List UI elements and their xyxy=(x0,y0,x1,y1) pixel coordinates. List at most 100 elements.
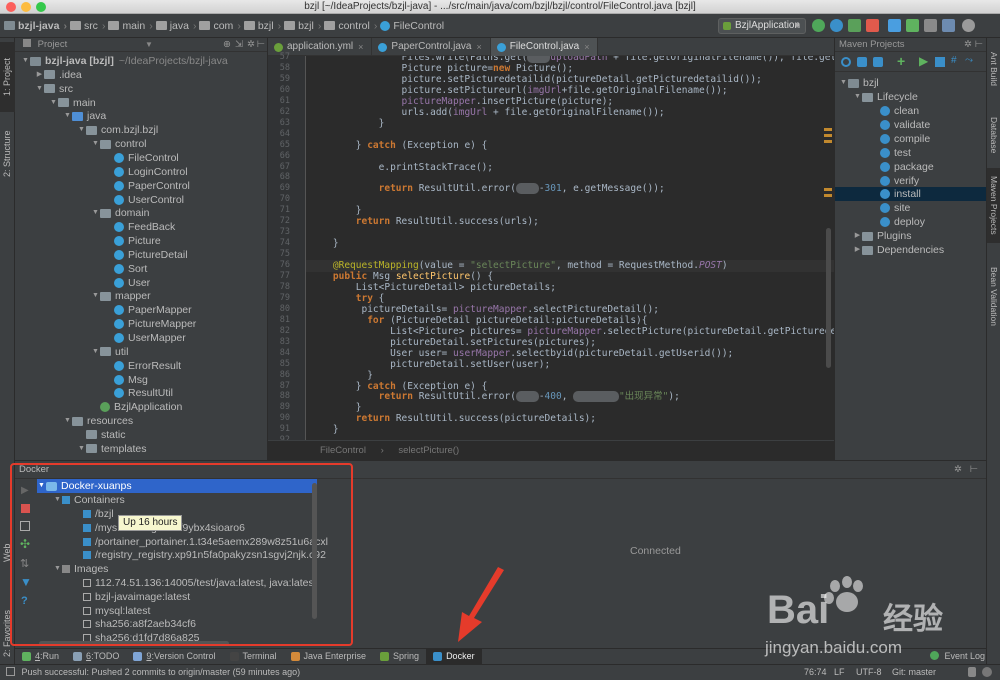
code-line[interactable]: Picture picture=new Picture(); xyxy=(310,63,574,74)
project-tree-item[interactable]: PictureMapper xyxy=(105,317,196,331)
maximize-window-icon[interactable] xyxy=(36,2,46,12)
event-log-tab[interactable]: Event Log xyxy=(930,649,985,663)
editor-tab[interactable]: PaperControl.java × xyxy=(372,38,491,56)
docker-container-item[interactable]: /bzjl xyxy=(83,507,114,521)
close-tab-icon[interactable]: × xyxy=(358,38,363,56)
expanded-arrow-icon[interactable]: ▼ xyxy=(37,479,46,493)
project-tree-item[interactable]: static xyxy=(77,428,126,442)
project-panel-title[interactable]: Project xyxy=(38,39,68,50)
code-line[interactable]: } xyxy=(310,118,385,129)
expanded-arrow-icon[interactable]: ▼ xyxy=(53,562,62,576)
breadcrumb-item[interactable]: FileControl xyxy=(380,20,444,32)
maven-goal-item[interactable]: site xyxy=(880,201,910,215)
minimize-window-icon[interactable] xyxy=(21,2,31,12)
stop-icon[interactable] xyxy=(21,504,30,513)
breadcrumb-item[interactable]: src › xyxy=(69,20,105,32)
project-tree-item[interactable]: ▼ src xyxy=(35,82,73,96)
project-tree-item[interactable]: PaperControl xyxy=(105,179,190,193)
breadcrumb-item[interactable]: bzjl › xyxy=(243,20,281,32)
project-tree-item[interactable]: ▼ java xyxy=(63,109,106,123)
lock-icon[interactable] xyxy=(968,667,976,677)
docker-container-item[interactable]: /portainer_portainer.1.t34e5aemx289w8z51… xyxy=(83,535,328,549)
expanded-arrow-icon[interactable]: ▼ xyxy=(853,90,862,104)
editor-tab[interactable]: FileControl.java × xyxy=(490,38,599,56)
breadcrumb-item[interactable]: java › xyxy=(155,20,196,32)
code-line[interactable]: e.printStackTrace(); xyxy=(310,162,493,173)
code-line[interactable]: Files.write(Paths.get(xxxxuploadPath + f… xyxy=(310,56,834,63)
docker-image-item[interactable]: 112.74.51.136:14005/test/java:latest, ja… xyxy=(83,576,317,590)
project-tree-item[interactable]: User xyxy=(105,276,150,290)
project-tree-item[interactable]: FeedBack xyxy=(105,220,175,234)
edit-configuration-icon[interactable] xyxy=(20,521,30,531)
hide-icon[interactable]: ⊢ xyxy=(970,461,978,479)
add-icon[interactable]: + xyxy=(897,53,905,69)
close-window-icon[interactable] xyxy=(6,2,16,12)
docker-containers-group[interactable]: ▼ Containers xyxy=(53,493,125,507)
skip-tests-icon[interactable]: ⤳ xyxy=(965,55,973,66)
code-line[interactable]: pictureDetail.setPictures(pictures); xyxy=(310,337,596,348)
project-tree-item[interactable]: UserMapper xyxy=(105,331,186,345)
code-line[interactable]: } xyxy=(310,205,362,216)
coverage-icon[interactable] xyxy=(848,19,861,32)
maven-goal-item[interactable]: install xyxy=(880,187,921,201)
maven-dependencies[interactable]: ▶ Dependencies xyxy=(853,243,944,257)
code-line[interactable]: } catch (Exception e) { xyxy=(310,140,488,151)
refresh-icon[interactable]: ✣ xyxy=(20,537,30,551)
code-line[interactable]: } xyxy=(310,424,339,435)
expanded-arrow-icon[interactable]: ▼ xyxy=(53,493,62,507)
collapse-all-icon[interactable]: ⇲ xyxy=(235,38,243,52)
run-configuration-select[interactable]: BzjlApplication ▼ xyxy=(718,18,806,34)
tab-web[interactable]: Web xyxy=(0,538,15,568)
maven-goal-item[interactable]: deploy xyxy=(880,215,925,229)
editor-breadcrumb-class[interactable]: FileControl xyxy=(320,445,366,456)
vcs-update-icon[interactable] xyxy=(888,19,901,32)
toggle-offline-icon[interactable]: # xyxy=(951,55,957,66)
line-separator[interactable]: LF xyxy=(834,665,845,680)
show-details-icon[interactable]: ⇅ xyxy=(20,557,29,570)
maven-plugins[interactable]: ▶ Plugins xyxy=(853,229,912,243)
tool-tab-java-enterprise[interactable]: Java Enterprise xyxy=(284,649,374,664)
gear-icon[interactable]: ✲ xyxy=(247,38,255,52)
code-line[interactable]: public Msg selectPicture() { xyxy=(310,271,493,282)
project-tree-item[interactable]: Picture xyxy=(105,234,161,248)
maven-goal-item[interactable]: validate xyxy=(880,118,930,132)
docker-image-item[interactable]: sha256:a8f2aeb34cf6 xyxy=(83,617,196,631)
hide-icon[interactable]: ⊢ xyxy=(257,38,265,52)
expanded-arrow-icon[interactable]: ▼ xyxy=(91,137,100,151)
close-tab-icon[interactable]: × xyxy=(584,38,589,56)
maven-goal-item[interactable]: test xyxy=(880,146,911,160)
status-message[interactable]: Push successful: Pushed 2 commits to ori… xyxy=(22,667,301,677)
collapsed-arrow-icon[interactable]: ▶ xyxy=(853,229,862,243)
download-icon[interactable] xyxy=(873,57,883,67)
tool-tab-terminal[interactable]: Terminal xyxy=(223,649,284,664)
tab-database[interactable]: Database xyxy=(987,110,1000,160)
maven-goal-item[interactable]: compile xyxy=(880,132,930,146)
hide-icon[interactable]: ⊢ xyxy=(975,38,983,52)
code-line[interactable]: pictureMapper.insertPicture(picture); xyxy=(310,96,614,107)
project-tree-item[interactable]: UserControl xyxy=(105,193,184,207)
project-tree-item[interactable]: ▼ resources xyxy=(63,414,133,428)
code-line[interactable]: pictureDetail.setUser(user); xyxy=(310,359,550,370)
project-tree-item[interactable]: ▼ mapper xyxy=(91,289,151,303)
tab-favorites[interactable]: 2: Favorites xyxy=(0,598,15,668)
expanded-arrow-icon[interactable]: ▼ xyxy=(839,76,848,90)
vcs-commit-icon[interactable] xyxy=(906,19,919,32)
tab-structure[interactable]: 2: Structure xyxy=(0,118,15,190)
warning-marker[interactable] xyxy=(824,194,832,197)
code-line[interactable]: picture.setPictureurl(imgUrl+file.getOri… xyxy=(310,85,728,96)
code-line[interactable]: List<PictureDetail> pictureDetails; xyxy=(310,282,556,293)
project-tree-item[interactable]: ▼ main xyxy=(49,96,96,110)
tab-bean-validation[interactable]: Bean Validation xyxy=(987,256,1000,336)
generate-sources-icon[interactable] xyxy=(857,57,867,67)
code-line[interactable]: pictureDetails= pictureMapper.selectPict… xyxy=(310,304,658,315)
warning-marker[interactable] xyxy=(824,188,832,191)
warning-marker[interactable] xyxy=(824,140,832,143)
breadcrumb-item[interactable]: main › xyxy=(108,20,153,32)
help-icon[interactable]: ? xyxy=(21,595,28,607)
code-line[interactable]: } xyxy=(310,370,373,381)
expanded-arrow-icon[interactable]: ▼ xyxy=(91,206,100,220)
tool-tab-version-control[interactable]: 9: Version Control xyxy=(126,649,222,664)
file-encoding[interactable]: UTF-8 xyxy=(856,665,882,680)
tool-tab-docker[interactable]: Docker xyxy=(426,648,482,664)
maven-root[interactable]: ▼ bzjl xyxy=(839,76,879,90)
